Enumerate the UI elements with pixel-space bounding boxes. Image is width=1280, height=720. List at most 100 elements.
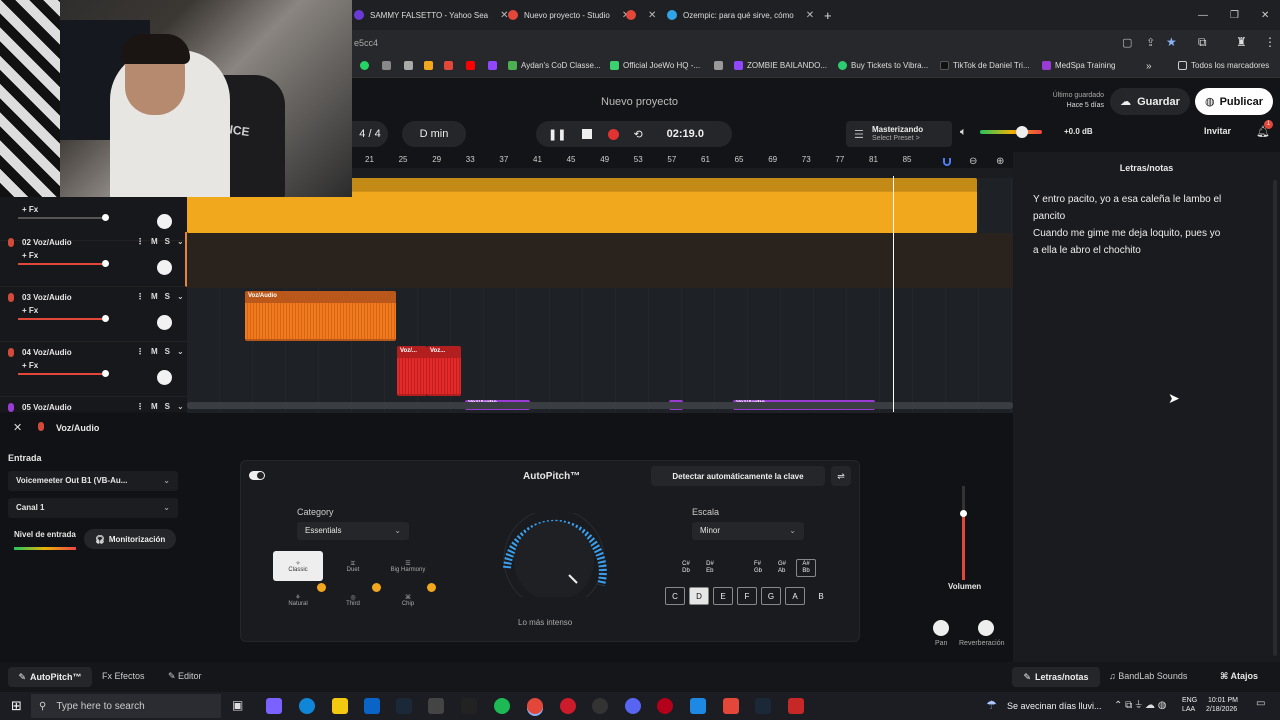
preset-chip[interactable]: ⌘ Chip — [383, 585, 433, 615]
add-fx-button[interactable]: + Fx — [22, 205, 38, 214]
loop-icon[interactable]: ⟲ — [633, 128, 642, 141]
more-bookmarks-icon[interactable]: » — [1146, 61, 1152, 72]
project-title[interactable]: Nuevo proyecto — [601, 96, 678, 108]
snap-magnet-icon[interactable] — [943, 158, 951, 166]
key-a-sharp[interactable]: A# Bb — [796, 559, 816, 577]
pause-icon[interactable]: ❚❚ — [548, 128, 566, 141]
time-signature[interactable]: 4 / 4 — [352, 121, 388, 147]
outlook-icon[interactable] — [364, 698, 380, 714]
app-icon[interactable] — [266, 698, 282, 714]
file-explorer-icon[interactable] — [332, 698, 348, 714]
address-bar[interactable]: e5cc4 ▢ ⇪ ★ ⧉ ♜ ⋮ — [352, 30, 1280, 56]
language[interactable]: ENG — [1182, 697, 1197, 704]
speaker-icon[interactable]: 🔈︎ — [960, 126, 967, 139]
playhead[interactable] — [893, 176, 894, 412]
audio-clip[interactable]: Voz... — [427, 346, 461, 396]
security-icon[interactable] — [690, 698, 706, 714]
key-selector[interactable]: D min — [402, 121, 466, 147]
tab-yahoo[interactable]: SAMMY FALSETTO - Yahoo Sea ✕ — [354, 6, 509, 24]
save-button[interactable]: ☁ Guardar — [1110, 88, 1190, 115]
pan-knob[interactable] — [157, 370, 172, 385]
lyrics-scrollbar[interactable] — [1273, 180, 1277, 656]
key-g[interactable]: G — [761, 587, 781, 605]
input-device-select[interactable]: Voicemeeter Out B1 (VB-Au... ⌄ — [8, 471, 178, 491]
mute-solo[interactable]: ⋮MS⌄ — [136, 402, 191, 411]
chrome-icon[interactable] — [527, 698, 543, 714]
bookmark-tickets[interactable]: Buy Tickets to Vibra... — [838, 61, 928, 70]
horizontal-scrollbar[interactable] — [187, 402, 1013, 409]
master-volume-slider[interactable] — [980, 126, 1042, 138]
detect-key-button[interactable]: Detectar automáticamente la clave — [651, 466, 825, 486]
app-icon[interactable] — [592, 698, 608, 714]
bookmark-icon[interactable] — [382, 61, 391, 70]
preset-natural[interactable]: ⚘ Natural — [273, 585, 323, 615]
key-b[interactable]: B — [811, 587, 831, 605]
store-icon[interactable] — [428, 698, 444, 714]
bookmark-pin[interactable] — [714, 61, 723, 70]
key-c[interactable]: C — [665, 587, 685, 605]
arrangement-lanes[interactable]: Voz/Audio Voz/... Voz... Voz/Audio Voz/A… — [187, 168, 1013, 413]
mute-solo[interactable]: ⋮MS⌄ — [136, 347, 191, 356]
voicemeeter-icon[interactable] — [788, 698, 804, 714]
app-icon[interactable] — [461, 698, 477, 714]
steam-icon[interactable] — [396, 698, 412, 714]
bookmark-star-icon[interactable]: ★ — [1166, 35, 1177, 49]
extension-icon[interactable]: ♜ — [1236, 35, 1247, 49]
close-icon[interactable]: ✕ — [13, 421, 22, 434]
preset-duet[interactable]: ♊︎ Duet — [328, 551, 378, 581]
discord-icon[interactable] — [625, 698, 641, 714]
clock-date[interactable]: 2/18/2026 — [1206, 706, 1237, 713]
key-g-sharp[interactable]: G# Ab — [772, 559, 792, 577]
add-fx-button[interactable]: + Fx — [22, 306, 38, 315]
track-header[interactable]: 05 Voz/Audio ⋮MS⌄ — [0, 397, 187, 412]
pan-knob[interactable] — [157, 260, 172, 275]
track-volume-thumb[interactable] — [102, 214, 109, 221]
cast-icon[interactable]: ▢ — [1122, 36, 1132, 49]
opera-icon[interactable] — [560, 698, 576, 714]
pan-knob[interactable] — [157, 315, 172, 330]
close-icon[interactable]: ✕ — [648, 10, 656, 21]
app-icon[interactable] — [657, 698, 673, 714]
region[interactable]: LAA — [1182, 706, 1195, 713]
weather-icon[interactable]: ☂ — [986, 698, 997, 712]
timeline-ruler[interactable]: 21 25 29 33 37 41 45 49 53 57 61 65 69 73 77 81 85 — [352, 152, 1012, 168]
shortcuts-button[interactable]: ⌘ Atajos — [1220, 671, 1258, 682]
key-e[interactable]: E — [713, 587, 733, 605]
audio-clip[interactable]: Voz/... — [397, 346, 427, 396]
notifications-icon[interactable]: ▭ — [1256, 698, 1265, 709]
edge-icon[interactable] — [299, 698, 315, 714]
add-fx-button[interactable]: + Fx — [22, 251, 38, 260]
record-icon[interactable] — [608, 128, 620, 140]
window-controls[interactable]: — ❐ ✕ — [1198, 6, 1269, 24]
key-c-sharp[interactable]: C# Db — [676, 559, 696, 577]
bookmark-all[interactable]: Todos los marcadores — [1178, 61, 1269, 70]
bandlab-sounds-tab[interactable]: ♫ BandLab Sounds — [1109, 671, 1187, 681]
new-tab-button[interactable]: + — [824, 6, 832, 24]
key-f[interactable]: F — [737, 587, 757, 605]
tab-studio[interactable]: Nuevo proyecto - Studio✕ — [508, 6, 630, 24]
publish-button[interactable]: ◍ Publicar — [1195, 88, 1273, 115]
url-text[interactable]: e5cc4 — [354, 38, 378, 48]
pan-knob[interactable] — [157, 214, 172, 229]
gmail-icon[interactable] — [444, 61, 453, 70]
mute-solo[interactable]: ⋮MS⌄ — [136, 292, 191, 301]
add-fx-button[interactable]: + Fx — [22, 361, 38, 370]
lane[interactable]: Voz/Audio — [187, 288, 1013, 343]
key-d-sharp[interactable]: D# Eb — [700, 559, 720, 577]
extensions-icon[interactable]: ⧉ — [1198, 35, 1207, 50]
track-volume-fader[interactable] — [960, 486, 967, 580]
tab-ozempic[interactable]: Ozempic: para qué sirve, cómo ✕ — [667, 6, 814, 24]
stop-icon[interactable] — [582, 129, 593, 139]
task-view-icon[interactable]: ▣ — [232, 698, 248, 714]
track-header[interactable]: 04 Voz/Audio ⋮MS⌄ + Fx — [0, 342, 187, 397]
app-icon[interactable] — [723, 698, 739, 714]
preset-classic[interactable]: ✧ Classic — [273, 551, 323, 581]
key-a[interactable]: A — [785, 587, 805, 605]
intensity-knob[interactable] — [499, 508, 609, 610]
bookmark-tiktok[interactable]: TikTok de Daniel Tri... — [940, 61, 1030, 70]
track-header[interactable]: 03 Voz/Audio ⋮MS⌄ + Fx — [0, 287, 187, 342]
tray-icons[interactable]: ⌃ ⧉ ⏚ ☁ ◍ — [1114, 700, 1166, 711]
bookmark-medspa[interactable]: MedSpa Training — [1042, 61, 1115, 70]
invite-button[interactable]: Invitar — [1204, 126, 1231, 136]
autopitch-tab[interactable]: ✎ AutoPitch™ — [8, 667, 92, 687]
